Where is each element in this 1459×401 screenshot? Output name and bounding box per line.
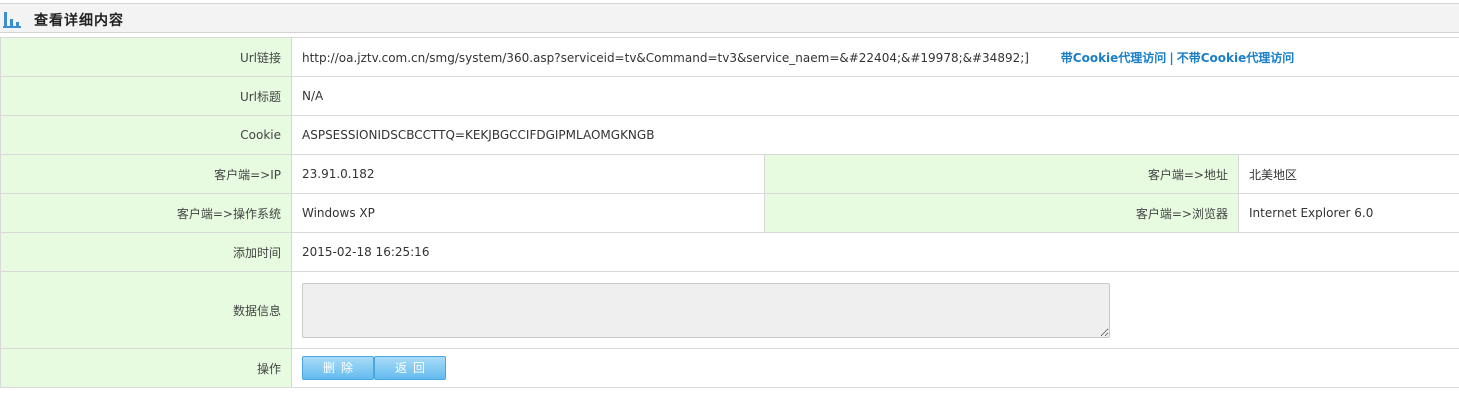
url-value: http://oa.jztv.com.cn/smg/system/360.asp… xyxy=(302,50,1029,65)
client-address-label: 客户端=>地址 xyxy=(764,154,1239,194)
proxy-links: 带Cookie代理访问 | 不带Cookie代理访问 xyxy=(1061,51,1294,65)
url-row: Url链接 http://oa.jztv.com.cn/smg/system/3… xyxy=(0,37,1459,77)
panel-header: 查看详细内容 xyxy=(0,3,1459,33)
back-button[interactable]: 返回 xyxy=(374,356,446,380)
client-browser-label: 客户端=>浏览器 xyxy=(764,193,1239,233)
actions-row: 操作 删除 返回 xyxy=(0,348,1459,388)
detail-table: Url链接 http://oa.jztv.com.cn/smg/system/3… xyxy=(0,37,1459,388)
client-os-row: 客户端=>操作系统 Windows XP 客户端=>浏览器 Internet E… xyxy=(0,193,1459,233)
data-info-label: 数据信息 xyxy=(0,271,292,349)
url-cell: http://oa.jztv.com.cn/smg/system/360.asp… xyxy=(290,37,1459,77)
url-title-row: Url标题 N/A xyxy=(0,76,1459,116)
proxy-without-cookie-link[interactable]: 不带Cookie代理访问 xyxy=(1177,51,1295,65)
delete-button[interactable]: 删除 xyxy=(302,356,374,380)
url-title-label: Url标题 xyxy=(0,76,292,116)
url-title-value: N/A xyxy=(290,76,1459,116)
client-address-value: 北美地区 xyxy=(1237,154,1459,194)
page-title: 查看详细内容 xyxy=(34,13,124,29)
cookie-label: Cookie xyxy=(0,115,292,155)
added-time-label: 添加时间 xyxy=(0,232,292,272)
client-ip-value: 23.91.0.182 xyxy=(291,154,765,194)
actions-label: 操作 xyxy=(0,348,292,388)
url-label: Url链接 xyxy=(0,37,292,77)
cookie-row: Cookie ASPSESSIONIDSCBCCTTQ=KEKJBGCCIFDG… xyxy=(0,115,1459,155)
added-time-value: 2015-02-18 16:25:16 xyxy=(290,232,1459,272)
bar-chart-icon xyxy=(3,12,21,28)
proxy-with-cookie-link[interactable]: 带Cookie代理访问 xyxy=(1061,51,1167,65)
data-info-cell xyxy=(290,271,1459,349)
client-os-value: Windows XP xyxy=(291,193,765,233)
client-browser-value: Internet Explorer 6.0 xyxy=(1237,193,1459,233)
client-os-label: 客户端=>操作系统 xyxy=(0,193,292,233)
client-ip-row: 客户端=>IP 23.91.0.182 客户端=>地址 北美地区 xyxy=(0,154,1459,194)
added-time-row: 添加时间 2015-02-18 16:25:16 xyxy=(0,232,1459,272)
link-separator: | xyxy=(1169,50,1174,65)
data-info-row: 数据信息 xyxy=(0,271,1459,349)
client-ip-label: 客户端=>IP xyxy=(0,154,292,194)
actions-cell: 删除 返回 xyxy=(290,348,1459,388)
data-info-textarea[interactable] xyxy=(302,282,1110,338)
cookie-value: ASPSESSIONIDSCBCCTTQ=KEKJBGCCIFDGIPMLAOM… xyxy=(290,115,1459,155)
